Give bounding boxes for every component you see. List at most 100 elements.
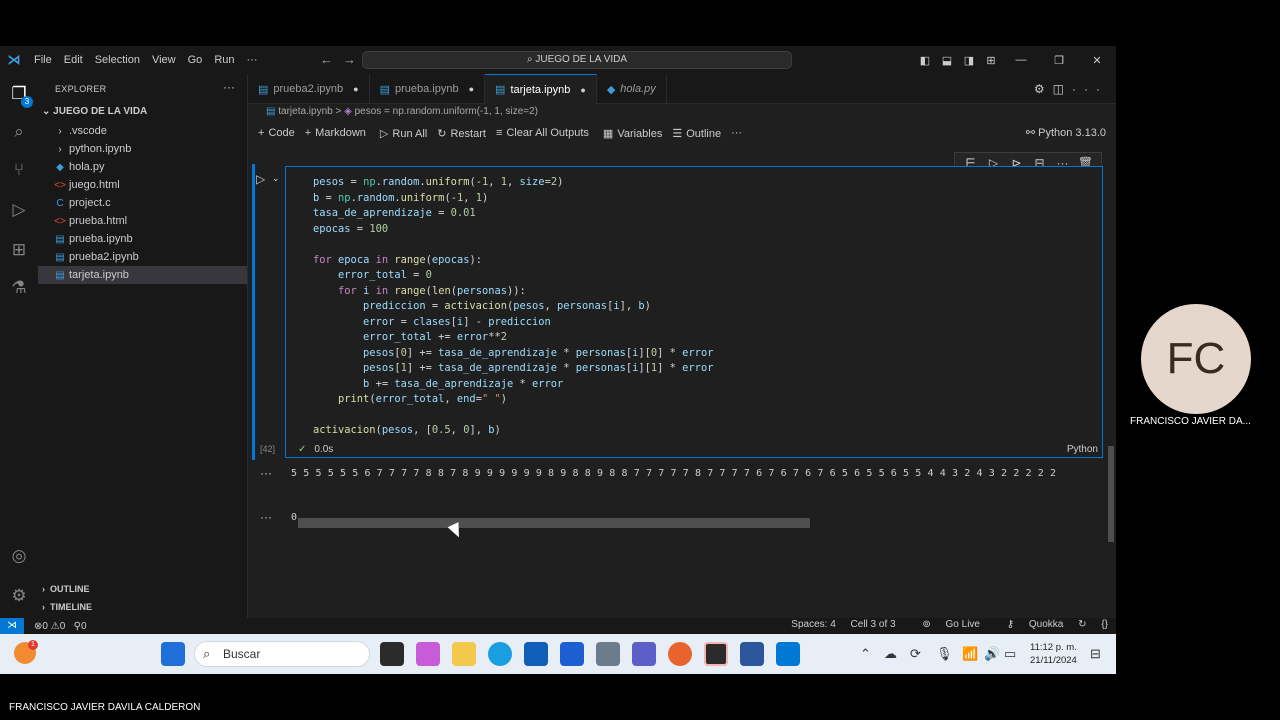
search-icon[interactable]: ⌕ [7, 120, 31, 144]
explorer-item[interactable]: ▤ prueba.ipynb [38, 230, 247, 248]
problems-indicator[interactable]: ⊗0 ⚠0 ⚲0 [34, 621, 87, 632]
teams-icon[interactable] [632, 642, 656, 666]
code-line[interactable]: epocas = 100 [313, 222, 713, 238]
editor-vertical-scrollbar[interactable] [1108, 446, 1114, 542]
breadcrumb-symbol[interactable]: pesos = np.random.uniform(-1, 1, size=2) [355, 106, 538, 117]
code-line[interactable]: error_total = 0 [313, 268, 713, 284]
add-code-cell-button[interactable]: + Code [258, 127, 295, 139]
menu-edit[interactable]: Edit [58, 54, 89, 66]
sticky-notes-icon[interactable] [704, 642, 728, 666]
command-center[interactable]: ⌕ JUEGO DE LA VIDA [362, 51, 792, 69]
code-line[interactable]: b = np.random.uniform(-1, 1) [313, 191, 713, 207]
testing-icon[interactable]: ⚗ [7, 276, 31, 300]
firefox-icon[interactable] [668, 642, 692, 666]
unsaved-dot-icon[interactable]: ● [353, 84, 358, 94]
split-editor-icon[interactable]: ◫ [1053, 82, 1072, 96]
explorer-item[interactable]: Cproject.c [38, 194, 247, 212]
editor-tab[interactable]: ▤ tarjeta.ipynb ● [485, 74, 597, 104]
code-line[interactable]: for epoca in range(epocas): [313, 253, 713, 269]
timeline-section[interactable]: › TIMELINE [42, 602, 92, 612]
run-all-button[interactable]: ▷ Run All [380, 127, 427, 140]
editor-tab[interactable]: ▤ prueba.ipynb ● [370, 74, 486, 104]
code-line[interactable]: error_total += error**2 [313, 330, 713, 346]
edge-browser-icon[interactable] [488, 642, 512, 666]
copilot-icon[interactable] [416, 642, 440, 666]
output-horizontal-scrollbar[interactable] [298, 518, 810, 528]
explorer-item[interactable]: ◆ hola.py [38, 158, 247, 176]
calculator-icon[interactable] [596, 642, 620, 666]
task-view-icon[interactable] [380, 642, 404, 666]
go-live-button[interactable]: ⊚ Go Live [910, 619, 980, 630]
cloud-sync-icon[interactable]: ☁ [884, 646, 897, 662]
braces-icon[interactable]: {} [1101, 619, 1108, 630]
editor-tab[interactable]: ▤ prueba2.ipynb ● [248, 74, 370, 104]
vscode-taskbar-icon[interactable] [776, 642, 800, 666]
code-line[interactable]: b += tasa_de_aprendizaje * error [313, 377, 713, 393]
dropbox-icon[interactable] [560, 642, 584, 666]
source-control-icon[interactable]: ⑂ [7, 158, 31, 182]
restore-icon[interactable]: ❐ [1040, 54, 1078, 67]
remote-indicator-icon[interactable]: ⋊ [0, 618, 24, 634]
menu-run[interactable]: Run [208, 54, 240, 66]
system-clock[interactable]: 11:12 p. m. 21/11/2024 [1030, 641, 1077, 667]
wifi-icon[interactable]: 📶 [962, 646, 978, 662]
unsaved-dot-icon[interactable]: ● [580, 85, 585, 95]
tray-app-icon[interactable]: ⟳ [910, 646, 921, 662]
minimize-icon[interactable]: — [1002, 54, 1040, 66]
code-line[interactable]: pesos = np.random.uniform(-1, 1, size=2) [313, 175, 713, 191]
notifications-icon[interactable]: ⊟ [1090, 646, 1101, 662]
menu-selection[interactable]: Selection [89, 54, 146, 66]
settings-gear-icon[interactable]: ⚙ [7, 584, 31, 608]
explorer-item[interactable]: › python.ipynb [38, 140, 247, 158]
menu-file[interactable]: File [28, 54, 58, 66]
microsoft-store-icon[interactable] [524, 642, 548, 666]
code-line[interactable] [313, 408, 713, 424]
word-icon[interactable] [740, 642, 764, 666]
cell-language[interactable]: Python [1067, 444, 1098, 455]
menu-view[interactable]: View [146, 54, 182, 66]
accounts-icon[interactable]: ◎ [7, 544, 31, 568]
microphone-muted-icon[interactable]: 🎙 [936, 646, 953, 662]
chevron-down-icon[interactable]: ⌄ [272, 173, 280, 184]
close-icon[interactable]: ✕ [1078, 54, 1116, 67]
taskbar-search[interactable]: ⌕ Buscar [194, 641, 370, 667]
explorer-item[interactable]: <> prueba.html [38, 212, 247, 230]
explorer-item[interactable]: <> juego.html [38, 176, 247, 194]
variables-button[interactable]: ▦ Variables [603, 127, 662, 140]
sync-icon[interactable]: ↻ [1078, 619, 1086, 630]
unsaved-dot-icon[interactable]: ● [469, 84, 474, 94]
code-line[interactable]: for i in range(len(personas)): [313, 284, 713, 300]
folder-root[interactable]: ⌄ JUEGO DE LA VIDA [42, 106, 147, 117]
outline-button[interactable]: ☰ Outline [672, 127, 721, 140]
outline-section[interactable]: › OUTLINE [42, 584, 90, 594]
extensions-icon[interactable]: ⊞ [7, 238, 31, 262]
more-actions-icon[interactable]: ··· [223, 80, 235, 94]
chevron-up-icon[interactable]: ⌃ [860, 646, 871, 662]
code-line[interactable]: pesos[1] += tasa_de_aprendizaje * person… [313, 361, 713, 377]
editor-tab[interactable]: ◆ hola.py [597, 74, 667, 104]
code-line[interactable]: pesos[0] += tasa_de_aprendizaje * person… [313, 346, 713, 362]
breadcrumb-file[interactable]: tarjeta.ipynb [278, 106, 332, 117]
restart-button[interactable]: ↻ Restart [437, 127, 486, 140]
output-more-icon[interactable]: ··· [260, 466, 272, 480]
more-actions-icon[interactable]: ··· [1072, 82, 1108, 96]
quokka-button[interactable]: ⚷ Quokka [995, 619, 1064, 630]
code-cell[interactable]: pesos = np.random.uniform(-1, 1, size=2)… [285, 166, 1103, 458]
explorer-item[interactable]: ▤ prueba2.ipynb [38, 248, 247, 266]
run-cell-play-icon[interactable]: ▷ [256, 172, 265, 186]
nav-back-forward-icon[interactable]: ←→ [320, 52, 366, 67]
indentation-status[interactable]: Spaces: 4 [791, 619, 835, 630]
add-markdown-cell-button[interactable]: + Markdown [305, 127, 366, 139]
kernel-picker[interactable]: ⚯ Python 3.13.0 [1026, 126, 1106, 139]
menu-more[interactable]: ··· [241, 54, 264, 66]
explorer-item[interactable]: › .vscode [38, 122, 247, 140]
explorer-item[interactable]: ▤ tarjeta.ipynb [38, 266, 247, 284]
toggle-secondary-sidebar-icon[interactable]: ◨ [958, 54, 980, 67]
output-more-icon[interactable]: ··· [260, 510, 272, 524]
code-line[interactable]: activacion(pesos, [0.5, 0], b) [313, 423, 713, 439]
menu-go[interactable]: Go [182, 54, 209, 66]
toggle-panel-icon[interactable]: ⬓ [936, 54, 958, 67]
toggle-primary-sidebar-icon[interactable]: ◧ [914, 54, 936, 67]
run-debug-icon[interactable]: ▷ [7, 198, 31, 222]
battery-icon[interactable]: ▭ [1004, 646, 1016, 662]
